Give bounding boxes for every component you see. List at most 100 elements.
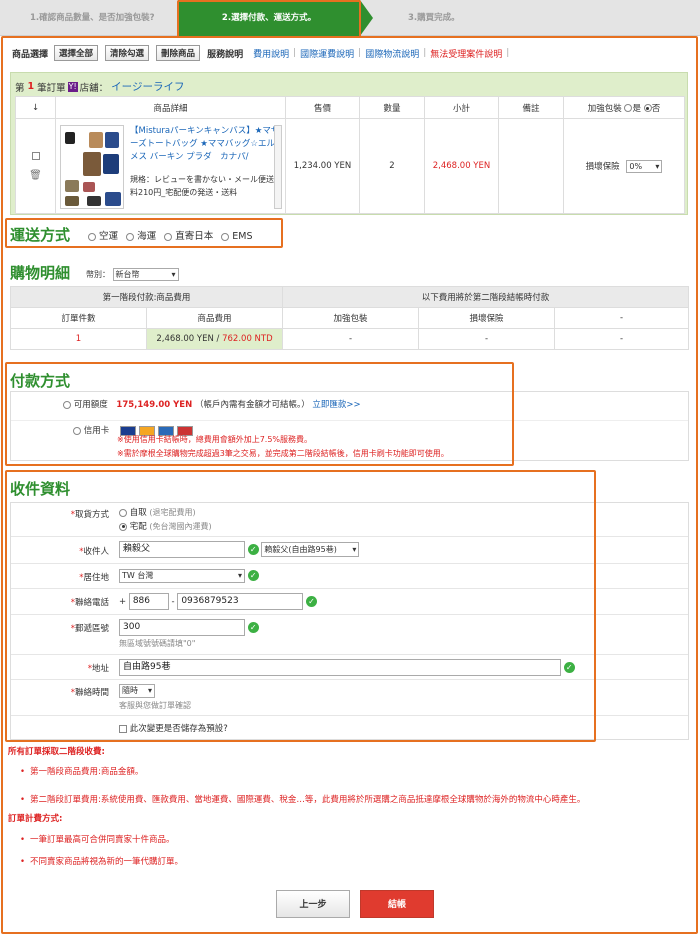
step-2-active: 2.選擇付款、運送方式。	[178, 0, 373, 36]
fee-sep: /	[213, 334, 223, 344]
item-price: 1,234.00 YEN	[285, 118, 360, 214]
insurance-select[interactable]: 0%	[626, 159, 663, 173]
col-price: 售價	[285, 96, 360, 119]
receiver-title: 收件資料	[10, 480, 71, 498]
col-order-count: 訂單件數	[10, 307, 147, 329]
time-field-group: 隨時 客服與您做訂單確認	[119, 684, 191, 711]
item-subtotal: 2,468.00 YEN	[424, 118, 499, 214]
method-label: *取貨方式	[70, 510, 109, 520]
shop-label: 店舖：	[79, 82, 109, 94]
currency-row: 幣別： 新台幣	[86, 268, 179, 281]
summary-pack: -	[282, 328, 419, 350]
service-label: 服務說明	[207, 49, 244, 60]
self-pickup-hint: (退宅配費用)	[149, 508, 196, 517]
home-delivery-hint: (免台灣國內運費)	[149, 522, 212, 531]
previous-step-button[interactable]: 上一步	[276, 890, 350, 918]
country-select[interactable]: TW 台灣	[119, 569, 245, 583]
name-row: *收件人 賴毅父 ✓ 賴毅父(自由路95巷)	[11, 537, 688, 564]
shop-name[interactable]: イージーライフ	[111, 79, 184, 94]
address-input[interactable]: 自由路95巷	[119, 659, 561, 676]
currency-select[interactable]: 新台幣	[112, 268, 179, 281]
name-label: *收件人	[79, 547, 109, 557]
ship-air-label: 空運	[99, 231, 119, 242]
country-code-input[interactable]: 886	[128, 593, 169, 610]
phase2-header: 以下費用將於第二階段結帳時付款	[282, 286, 689, 308]
phone-input[interactable]: 0936879523	[177, 593, 304, 610]
pack-no-radio[interactable]	[643, 104, 652, 112]
address-label: *地址	[87, 664, 109, 674]
insurance-label: 損壞保險	[585, 161, 620, 172]
intl-logistics-link[interactable]: 國際物流說明	[365, 47, 419, 60]
item-actions: 🗑	[15, 118, 56, 214]
col-qty: 數量	[359, 96, 425, 119]
yahoo-icon: Y!	[67, 81, 78, 92]
order-suffix: 筆訂單	[37, 82, 66, 94]
topup-link[interactable]: 立即匯款>>	[312, 400, 360, 410]
clear-selection-button[interactable]: 清除勾選	[105, 45, 150, 61]
time-row: *聯絡時間 隨時 客服與您做訂單確認	[11, 680, 688, 716]
rule-2: 第二階段訂單費用:系統使用費、匯款費用、當地運費、國際運費、稅金…等，此費用將於…	[8, 789, 692, 811]
credit-row: 可用額度 175,149.00 YEN （帳戶內需有金額才可結帳。） 立即匯款>…	[11, 398, 688, 410]
save-default-checkbox[interactable]	[119, 724, 127, 733]
phone-dash: -	[171, 597, 175, 607]
phone-row: *聯絡電話 + 886 - 0936879523 ✓	[11, 589, 688, 615]
receiver-form: *取貨方式 自取 (退宅配費用) 宅配 (免台灣國內運費) *收件人 賴毅父 ✓…	[10, 502, 689, 740]
zip-input[interactable]: 300	[119, 619, 245, 636]
self-pickup-radio[interactable]	[119, 508, 127, 517]
detail-scrollbar[interactable]	[274, 125, 282, 209]
zip-valid-icon: ✓	[247, 622, 259, 633]
ship-ems-radio[interactable]	[221, 232, 230, 241]
default-field-group: 此次變更是否儲存為預設?	[119, 722, 228, 734]
fee-ntd: 762.00 NTD	[222, 334, 273, 344]
order-count: 1	[27, 81, 35, 92]
step-3: 3.購買完成。	[408, 13, 460, 23]
intl-shipping-link[interactable]: 國際運費說明	[300, 47, 354, 60]
summary-header-1: 第一階段付款:商品費用 以下費用將於第二階段結帳時付款	[10, 286, 689, 308]
name-input[interactable]: 賴毅父	[119, 541, 245, 558]
card-label: 信用卡	[83, 426, 110, 436]
ship-air-radio[interactable]	[88, 232, 96, 241]
area-label: *居住地	[79, 573, 109, 583]
area-row: *居住地 TW 台灣 ✓	[11, 564, 688, 589]
self-pickup-label: 自取	[129, 508, 147, 518]
unacceptable-cases-link[interactable]: 無法受理案件說明	[430, 47, 502, 60]
shipping-title: 運送方式	[10, 226, 71, 244]
credit-note: （帳戶內需有金額才可結帳。）	[194, 400, 310, 410]
checkout-button[interactable]: 結帳	[360, 890, 434, 918]
ship-sea-radio[interactable]	[126, 232, 135, 241]
card-radio[interactable]	[73, 426, 81, 435]
rule-3: 一筆訂單最高可合併同賣家十件商品。	[8, 834, 692, 846]
phone-field-group: + 886 - 0936879523 ✓	[119, 593, 318, 610]
address-row: *地址 自由路95巷 ✓	[11, 655, 688, 680]
select-all-button[interactable]: 選擇全部	[54, 45, 99, 61]
product-title-link[interactable]: 【Misturaパーキンキャンバス】★マザーズトートバッグ ★ママバッグ☆エルメ…	[130, 125, 280, 164]
item-checkbox[interactable]	[31, 152, 40, 160]
col-pack-fee: 加強包裝	[282, 307, 419, 329]
col-sort: ↓	[15, 96, 56, 119]
col-other: -	[554, 307, 689, 329]
product-thumbnail[interactable]	[60, 125, 124, 209]
fee-info-link[interactable]: 費用說明	[253, 47, 289, 60]
contact-time-select[interactable]: 隨時	[119, 684, 155, 698]
home-delivery-label: 宅配	[129, 522, 147, 532]
time-hint: 客服與您做訂單確認	[119, 701, 191, 710]
delete-items-button[interactable]: 刪除商品	[156, 45, 201, 61]
area-field-group: TW 台灣 ✓	[119, 569, 259, 583]
ship-japan-radio[interactable]	[164, 232, 173, 241]
default-row: 此次變更是否儲存為預設?	[11, 716, 688, 740]
col-subtotal: 小計	[424, 96, 499, 119]
saved-address-select[interactable]: 賴毅父(自由路95巷)	[261, 542, 360, 557]
home-delivery-radio[interactable]	[119, 522, 127, 531]
pack-no-label: 否	[651, 103, 661, 114]
address-valid-icon: ✓	[563, 662, 575, 673]
trash-icon[interactable]: 🗑	[16, 170, 55, 181]
summary-header-2: 訂單件數 商品費用 加強包裝 損壞保險 -	[10, 307, 689, 329]
summary-table: 第一階段付款:商品費用 以下費用將於第二階段結帳時付款 訂單件數 商品費用 加強…	[10, 286, 689, 350]
rules-heading-2: 訂單計費方式:	[8, 814, 63, 824]
cart-item-row: 🗑 【Misturaパーキンキャンバス】★マザーズトートバッグ ★ママバッグ☆エ…	[15, 118, 685, 214]
ship-japan-label: 直寄日本	[175, 231, 214, 242]
summary-fee: 2,468.00 YEN / 762.00 NTD	[146, 328, 283, 350]
zip-hint: 無區域號號碼請填"0"	[119, 639, 196, 648]
zip-label: *郵遞區號	[70, 624, 109, 634]
credit-radio[interactable]	[63, 400, 71, 409]
